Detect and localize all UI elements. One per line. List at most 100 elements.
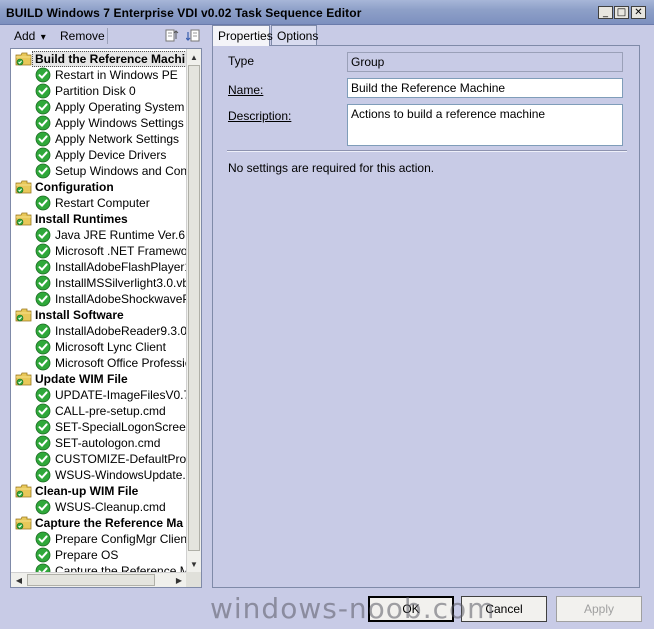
green-check-icon	[35, 323, 51, 339]
tree-row-label: Install Software	[35, 308, 124, 322]
description-field[interactable]: Actions to build a reference machine	[347, 104, 623, 146]
tree-row-label: InstallAdobeFlashPlayer10.0	[55, 260, 202, 274]
tree-item[interactable]: Restart Computer	[11, 195, 187, 211]
green-check-icon	[35, 531, 51, 547]
chevron-down-icon: ▾	[40, 32, 46, 43]
apply-button[interactable]: Apply	[556, 596, 642, 622]
title-bar[interactable]: BUILD Windows 7 Enterprise VDI v0.02 Tas…	[0, 0, 654, 25]
green-check-icon	[35, 259, 51, 275]
green-check-icon	[35, 147, 51, 163]
green-check-icon	[35, 339, 51, 355]
green-check-icon	[35, 403, 51, 419]
group-folder-icon	[15, 308, 32, 322]
tree-horizontal-scrollbar[interactable]: ◀ ▶	[11, 572, 187, 587]
tree-item[interactable]: WSUS-WindowsUpdate.cm	[11, 467, 201, 483]
green-check-icon	[35, 115, 51, 131]
tree-group[interactable]: Update WIM File	[11, 371, 187, 387]
tree-group[interactable]: Install Runtimes	[11, 211, 187, 227]
tree-item[interactable]: UPDATE-ImageFilesV0.7.cm	[11, 387, 201, 403]
properties-panel: Type Group Name: Build the Reference Mac…	[212, 45, 640, 588]
tree-row-label: Restart Computer	[55, 196, 150, 210]
add-label: Add	[14, 29, 36, 43]
name-field[interactable]: Build the Reference Machine	[347, 78, 623, 98]
green-check-icon	[35, 467, 51, 483]
green-check-icon	[35, 435, 51, 451]
tree-row-label: Apply Network Settings	[55, 132, 180, 146]
tree-group[interactable]: Clean-up WIM File	[11, 483, 187, 499]
tree-item[interactable]: InstallAdobeShockwavePlay	[11, 291, 201, 307]
tree-item[interactable]: SET-SpecialLogonScreen.c	[11, 419, 201, 435]
tab-properties[interactable]: Properties	[212, 25, 273, 46]
task-sequence-tree[interactable]: Build the Reference Machi Restart in Wind…	[10, 48, 202, 588]
name-label: Name:	[228, 83, 263, 97]
tree-item[interactable]: InstallAdobeReader9.3.0_9.	[11, 323, 201, 339]
minimize-icon: _	[603, 6, 608, 18]
tree-item[interactable]: Microsoft .NET Framework 4	[11, 243, 201, 259]
scroll-right-icon[interactable]: ▶	[172, 574, 186, 586]
tree-item[interactable]: InstallAdobeFlashPlayer10.0	[11, 259, 201, 275]
tree-row-label: InstallAdobeReader9.3.0_9.	[55, 324, 202, 338]
move-down-icon[interactable]	[186, 29, 200, 43]
tree-row-label: Java JRE Runtime Ver.6.Up	[55, 228, 202, 242]
tree-item[interactable]: Apply Device Drivers	[11, 147, 187, 163]
tree-group[interactable]: Build the Reference Machi	[11, 51, 187, 67]
group-folder-icon	[15, 180, 32, 194]
maximize-icon: □	[616, 6, 627, 18]
minimize-button[interactable]: _	[598, 6, 613, 19]
vertical-scroll-thumb[interactable]	[188, 65, 200, 551]
tree-row-label: InstallMSSilverlight3.0.vbs	[55, 276, 196, 290]
tree-item[interactable]: Apply Windows Settings	[11, 115, 187, 131]
tree-group[interactable]: Configuration	[11, 179, 187, 195]
tree-item[interactable]: Microsoft Office Professiona	[11, 355, 201, 371]
tree-group[interactable]: Install Software	[11, 307, 187, 323]
tree-item[interactable]: WSUS-Cleanup.cmd	[11, 499, 187, 515]
horizontal-scroll-thumb[interactable]	[27, 574, 155, 586]
tree-item[interactable]: Setup Windows and Configl	[11, 163, 201, 179]
tree-row-label: SET-SpecialLogonScreen.c	[55, 420, 202, 434]
tree-item[interactable]: Prepare OS	[11, 547, 187, 563]
tree-item[interactable]: Restart in Windows PE	[11, 67, 187, 83]
group-folder-icon	[15, 372, 32, 386]
tree-item[interactable]: Partition Disk 0	[11, 83, 187, 99]
tree-group[interactable]: Capture the Reference Ma	[11, 515, 187, 531]
add-menu-button[interactable]: Add ▾	[14, 29, 46, 43]
green-check-icon	[35, 355, 51, 371]
close-button[interactable]: ✕	[631, 6, 646, 19]
ok-button[interactable]: OK	[368, 596, 454, 622]
tree-row-label: WSUS-WindowsUpdate.cm	[55, 468, 202, 482]
tree-item[interactable]: InstallMSSilverlight3.0.vbs	[11, 275, 195, 291]
green-check-icon	[35, 163, 51, 179]
tree-row-label: SET-autologon.cmd	[55, 436, 161, 450]
scrollbar-corner	[186, 572, 201, 587]
cancel-button[interactable]: Cancel	[461, 596, 547, 622]
no-settings-note: No settings are required for this action…	[228, 161, 435, 175]
scroll-left-icon[interactable]: ◀	[12, 574, 26, 586]
tree-row-label: Capture the Reference Ma	[35, 516, 184, 530]
tree-item[interactable]: Java JRE Runtime Ver.6.Up	[11, 227, 201, 243]
tree-row-label: Microsoft Office Professiona	[55, 356, 202, 370]
tree-item[interactable]: Apply Operating System	[11, 99, 187, 115]
tab-options[interactable]: Options	[271, 25, 318, 45]
move-up-icon[interactable]	[165, 29, 179, 43]
green-check-icon	[35, 131, 51, 147]
toolbar-separator	[107, 28, 108, 44]
tree-item[interactable]: CALL-pre-setup.cmd	[11, 403, 187, 419]
green-check-icon	[35, 451, 51, 467]
scroll-up-icon[interactable]: ▲	[188, 50, 200, 64]
tree-item[interactable]: Microsoft Lync Client	[11, 339, 187, 355]
tree-row-label: Configuration	[35, 180, 114, 194]
tree-item[interactable]: SET-autologon.cmd	[11, 435, 187, 451]
tree-row-label: Microsoft Lync Client	[55, 340, 166, 354]
tree-vertical-scrollbar[interactable]: ▲ ▼	[186, 49, 201, 572]
description-label-text: Description:	[228, 109, 292, 123]
tree-item[interactable]: Apply Network Settings	[11, 131, 187, 147]
green-check-icon	[35, 291, 51, 307]
remove-button[interactable]: Remove	[60, 29, 105, 43]
type-field: Group	[347, 52, 623, 72]
tree-row-label: Microsoft .NET Framework 4	[55, 244, 202, 258]
scroll-down-icon[interactable]: ▼	[188, 557, 200, 571]
tree-row-label: Apply Device Drivers	[55, 148, 167, 162]
maximize-button[interactable]: □	[614, 6, 629, 19]
tree-item[interactable]: CUSTOMIZE-DefaultProfile.	[11, 451, 201, 467]
tree-item[interactable]: Prepare ConfigMgr Client	[11, 531, 190, 547]
